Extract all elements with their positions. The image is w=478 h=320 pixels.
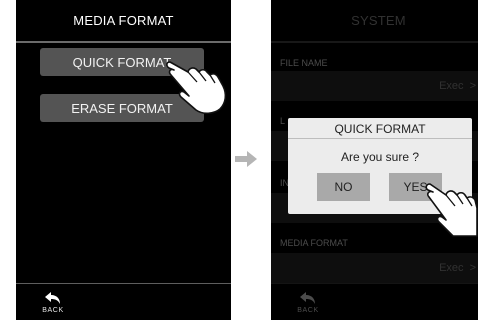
pointing-hand-icon	[166, 61, 227, 115]
pointing-hand-icon	[425, 183, 478, 237]
system-screen: SYSTEM FILE NAME Exec > L IN MEDIA FORMA…	[271, 0, 478, 320]
dialog-message: Are you sure ?	[340, 150, 420, 164]
dialog-title: QUICK FORMAT	[334, 122, 426, 136]
back-button[interactable]: BACK	[38, 288, 68, 320]
dialog-divider	[288, 138, 472, 139]
back-arrow-icon	[45, 292, 60, 304]
title-divider	[16, 41, 231, 43]
no-button[interactable]: NO	[317, 173, 370, 201]
back-label: BACK	[42, 307, 64, 314]
page-title: MEDIA FORMAT	[73, 13, 174, 28]
right-arrow-icon	[235, 151, 257, 167]
media-format-screen: MEDIA FORMAT QUICK FORMAT ERASE FORMAT B…	[16, 0, 231, 320]
bottom-divider	[16, 283, 231, 284]
